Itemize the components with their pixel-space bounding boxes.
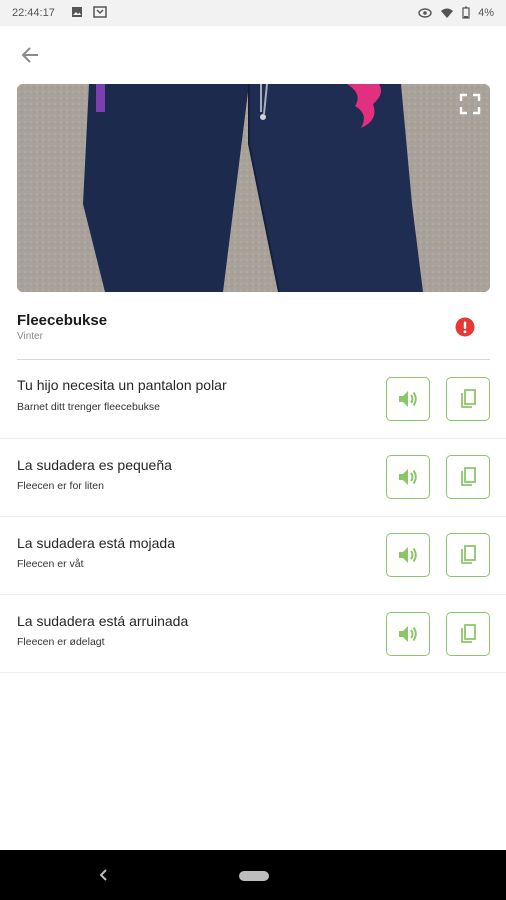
- fullscreen-icon: [459, 93, 481, 115]
- alert-button[interactable]: [455, 317, 475, 337]
- speak-button[interactable]: [386, 455, 430, 499]
- copy-button[interactable]: [446, 455, 490, 499]
- item-title: Fleecebukse: [17, 312, 108, 329]
- phrase-translation: Fleecen er ødelagt: [17, 636, 105, 648]
- speak-button[interactable]: [386, 377, 430, 421]
- chevron-left-icon: [99, 869, 107, 881]
- divider: [17, 359, 490, 360]
- arrow-left-icon: [21, 47, 38, 63]
- copy-button[interactable]: [446, 377, 490, 421]
- phrase-text: Tu hijo necesita un pantalon polar: [17, 377, 227, 393]
- item-category: Vinter: [17, 331, 43, 342]
- exclamation-icon: [455, 317, 475, 337]
- speak-button[interactable]: [386, 612, 430, 656]
- speak-button[interactable]: [386, 533, 430, 577]
- cast-notification-icon: [93, 6, 107, 18]
- speaker-icon: [399, 547, 417, 563]
- copy-icon: [461, 545, 476, 564]
- battery-icon: [462, 6, 470, 19]
- phrase-text: La sudadera está mojada: [17, 535, 175, 551]
- image-notification-icon: [72, 7, 82, 17]
- speaker-icon: [399, 626, 417, 642]
- phrase-row: La sudadera está mojada Fleecen er våt: [0, 517, 506, 595]
- product-photo: [17, 84, 490, 292]
- phrase-text: La sudadera es pequeña: [17, 457, 172, 473]
- eye-icon: [418, 7, 432, 18]
- status-bar: 22:44:17 4%: [0, 0, 506, 26]
- copy-button[interactable]: [446, 612, 490, 656]
- phrase-row: Tu hijo necesita un pantalon polar Barne…: [0, 361, 506, 439]
- phrase-translation: Barnet ditt trenger fleecebukse: [17, 401, 161, 413]
- phrase-row: La sudadera es pequeña Fleecen er for li…: [0, 439, 506, 517]
- phrase-translation: Fleecen er våt: [17, 558, 84, 570]
- copy-icon: [461, 624, 476, 643]
- nav-back-button[interactable]: [96, 866, 112, 884]
- back-button[interactable]: [14, 40, 46, 70]
- expand-button[interactable]: [458, 92, 482, 116]
- status-time: 22:44:17: [12, 7, 55, 19]
- speaker-icon: [399, 391, 417, 407]
- phrase-row: La sudadera está arruinada Fleecen er ød…: [0, 595, 506, 673]
- phrase-text: La sudadera está arruinada: [17, 613, 189, 629]
- navigation-bar: [0, 850, 506, 900]
- product-image[interactable]: [17, 84, 490, 292]
- copy-button[interactable]: [446, 533, 490, 577]
- phrase-translation: Fleecen er for liten: [17, 480, 104, 492]
- copy-icon: [461, 389, 476, 408]
- battery-level: 4%: [478, 6, 494, 19]
- copy-icon: [461, 467, 476, 486]
- speaker-icon: [399, 469, 417, 485]
- nav-home-button[interactable]: [239, 871, 269, 881]
- wifi-icon: [441, 8, 454, 18]
